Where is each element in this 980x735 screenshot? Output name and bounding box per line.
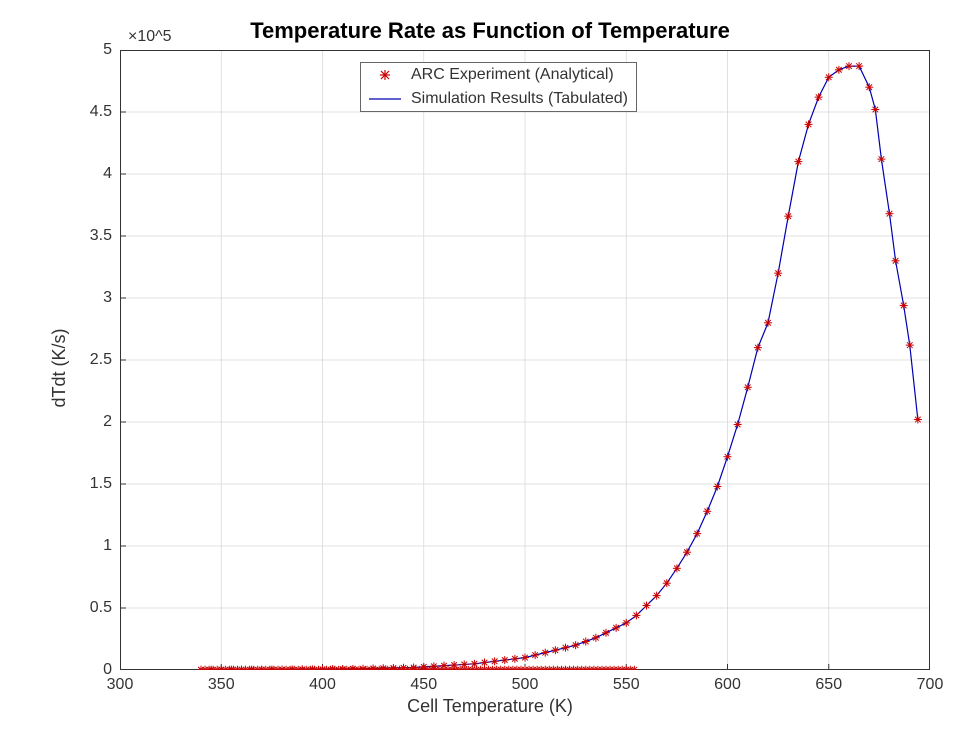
legend-marker-line [367,91,403,107]
x-tick-label: 450 [410,676,437,694]
plot-svg [120,50,930,670]
y-tick-label: 1 [72,537,112,555]
y-tick-label: 0 [72,661,112,679]
y-tick-label: 2 [72,413,112,431]
y-tick-label: 1.5 [72,475,112,493]
x-tick-label: 550 [613,676,640,694]
legend-label-1: Simulation Results (Tabulated) [411,90,628,108]
legend: ARC Experiment (Analytical) Simulation R… [360,62,637,112]
y-exponent-label: ×10^5 [128,28,172,46]
x-tick-label: 350 [208,676,235,694]
chart-figure: Temperature Rate as Function of Temperat… [0,0,980,735]
legend-entry-1: Simulation Results (Tabulated) [361,87,636,111]
y-tick-label: 3 [72,289,112,307]
x-tick-label: 500 [512,676,539,694]
x-tick-label: 700 [917,676,944,694]
legend-marker-asterisk [367,67,403,83]
y-tick-label: 2.5 [72,351,112,369]
x-tick-label: 600 [714,676,741,694]
x-tick-label: 650 [815,676,842,694]
y-tick-label: 0.5 [72,599,112,617]
series-line [201,66,918,670]
y-tick-label: 4.5 [72,103,112,121]
y-tick-label: 4 [72,165,112,183]
plot-area [120,50,930,670]
legend-label-0: ARC Experiment (Analytical) [411,66,614,84]
y-tick-label: 5 [72,41,112,59]
y-axis-label: dTdt (K/s) [49,328,70,407]
x-tick-label: 400 [309,676,336,694]
x-axis-label: Cell Temperature (K) [0,696,980,717]
legend-entry-0: ARC Experiment (Analytical) [361,63,636,87]
y-tick-label: 3.5 [72,227,112,245]
